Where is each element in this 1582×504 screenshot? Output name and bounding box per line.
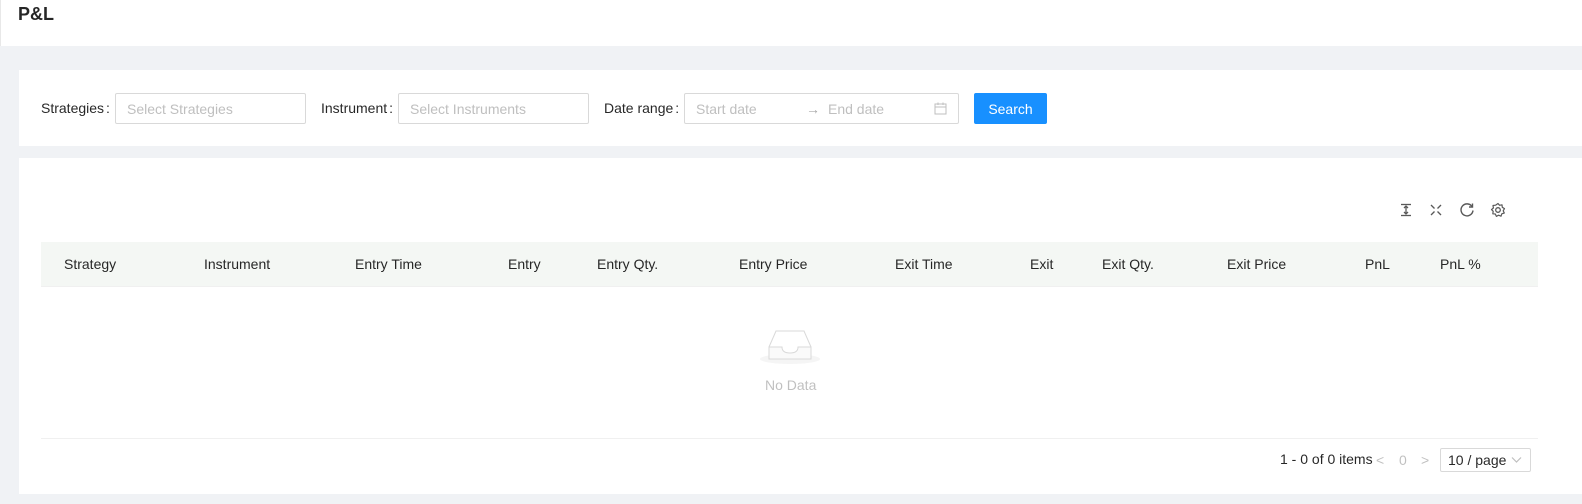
pagination-current-page[interactable]: 0 bbox=[1399, 452, 1407, 468]
start-date-input[interactable]: Start date bbox=[696, 101, 757, 117]
pagination-prev-button[interactable]: < bbox=[1376, 452, 1384, 468]
pagination-next-button[interactable]: > bbox=[1421, 452, 1429, 468]
column-header-pnl[interactable]: PnL bbox=[1365, 256, 1390, 272]
column-header-entry[interactable]: Entry bbox=[508, 256, 541, 272]
page-size-value: 10 / page bbox=[1448, 452, 1507, 468]
column-header-entry-time[interactable]: Entry Time bbox=[355, 256, 422, 272]
column-header-entry-price[interactable]: Entry Price bbox=[739, 256, 807, 272]
column-header-instrument[interactable]: Instrument bbox=[204, 256, 270, 272]
column-header-exit-time[interactable]: Exit Time bbox=[895, 256, 953, 272]
column-header-exit[interactable]: Exit bbox=[1030, 256, 1053, 272]
strategies-select[interactable]: Select Strategies bbox=[115, 93, 306, 124]
page-header: P&L bbox=[0, 0, 1582, 46]
column-header-entry-qty[interactable]: Entry Qty. bbox=[597, 256, 658, 272]
empty-inbox-icon bbox=[759, 326, 821, 369]
table-card: Strategy Instrument Entry Time Entry Ent… bbox=[19, 158, 1582, 494]
table-header: Strategy Instrument Entry Time Entry Ent… bbox=[41, 242, 1538, 287]
column-height-icon[interactable] bbox=[1397, 201, 1415, 219]
reload-icon[interactable] bbox=[1458, 201, 1476, 219]
date-range-picker[interactable]: Start date → End date bbox=[684, 93, 959, 124]
pagination-total: 1 - 0 of 0 items bbox=[1280, 451, 1373, 467]
table-divider bbox=[41, 438, 1538, 439]
search-button[interactable]: Search bbox=[974, 93, 1047, 124]
fullscreen-icon[interactable] bbox=[1427, 201, 1445, 219]
strategies-placeholder: Select Strategies bbox=[127, 100, 233, 117]
column-header-exit-qty[interactable]: Exit Qty. bbox=[1102, 256, 1154, 272]
calendar-icon bbox=[934, 102, 947, 115]
filter-form: Strategies: Select Strategies Instrument… bbox=[19, 70, 1582, 146]
instrument-placeholder: Select Instruments bbox=[410, 100, 526, 117]
column-header-strategy[interactable]: Strategy bbox=[64, 256, 116, 272]
date-range-separator: → bbox=[806, 100, 820, 117]
page-size-select[interactable]: 10 / page bbox=[1440, 448, 1531, 472]
chevron-down-icon bbox=[1511, 457, 1522, 464]
date-range-label: Date range: bbox=[604, 100, 680, 116]
instrument-select[interactable]: Select Instruments bbox=[398, 93, 589, 124]
page-title: P&L bbox=[18, 4, 54, 24]
strategies-label: Strategies: bbox=[41, 100, 110, 116]
column-header-exit-price[interactable]: Exit Price bbox=[1227, 256, 1286, 272]
instrument-label: Instrument: bbox=[321, 100, 394, 116]
column-header-pnl-percent[interactable]: PnL % bbox=[1440, 256, 1481, 272]
setting-icon[interactable] bbox=[1489, 201, 1507, 219]
empty-text: No Data bbox=[765, 377, 817, 393]
end-date-input[interactable]: End date bbox=[828, 101, 884, 117]
